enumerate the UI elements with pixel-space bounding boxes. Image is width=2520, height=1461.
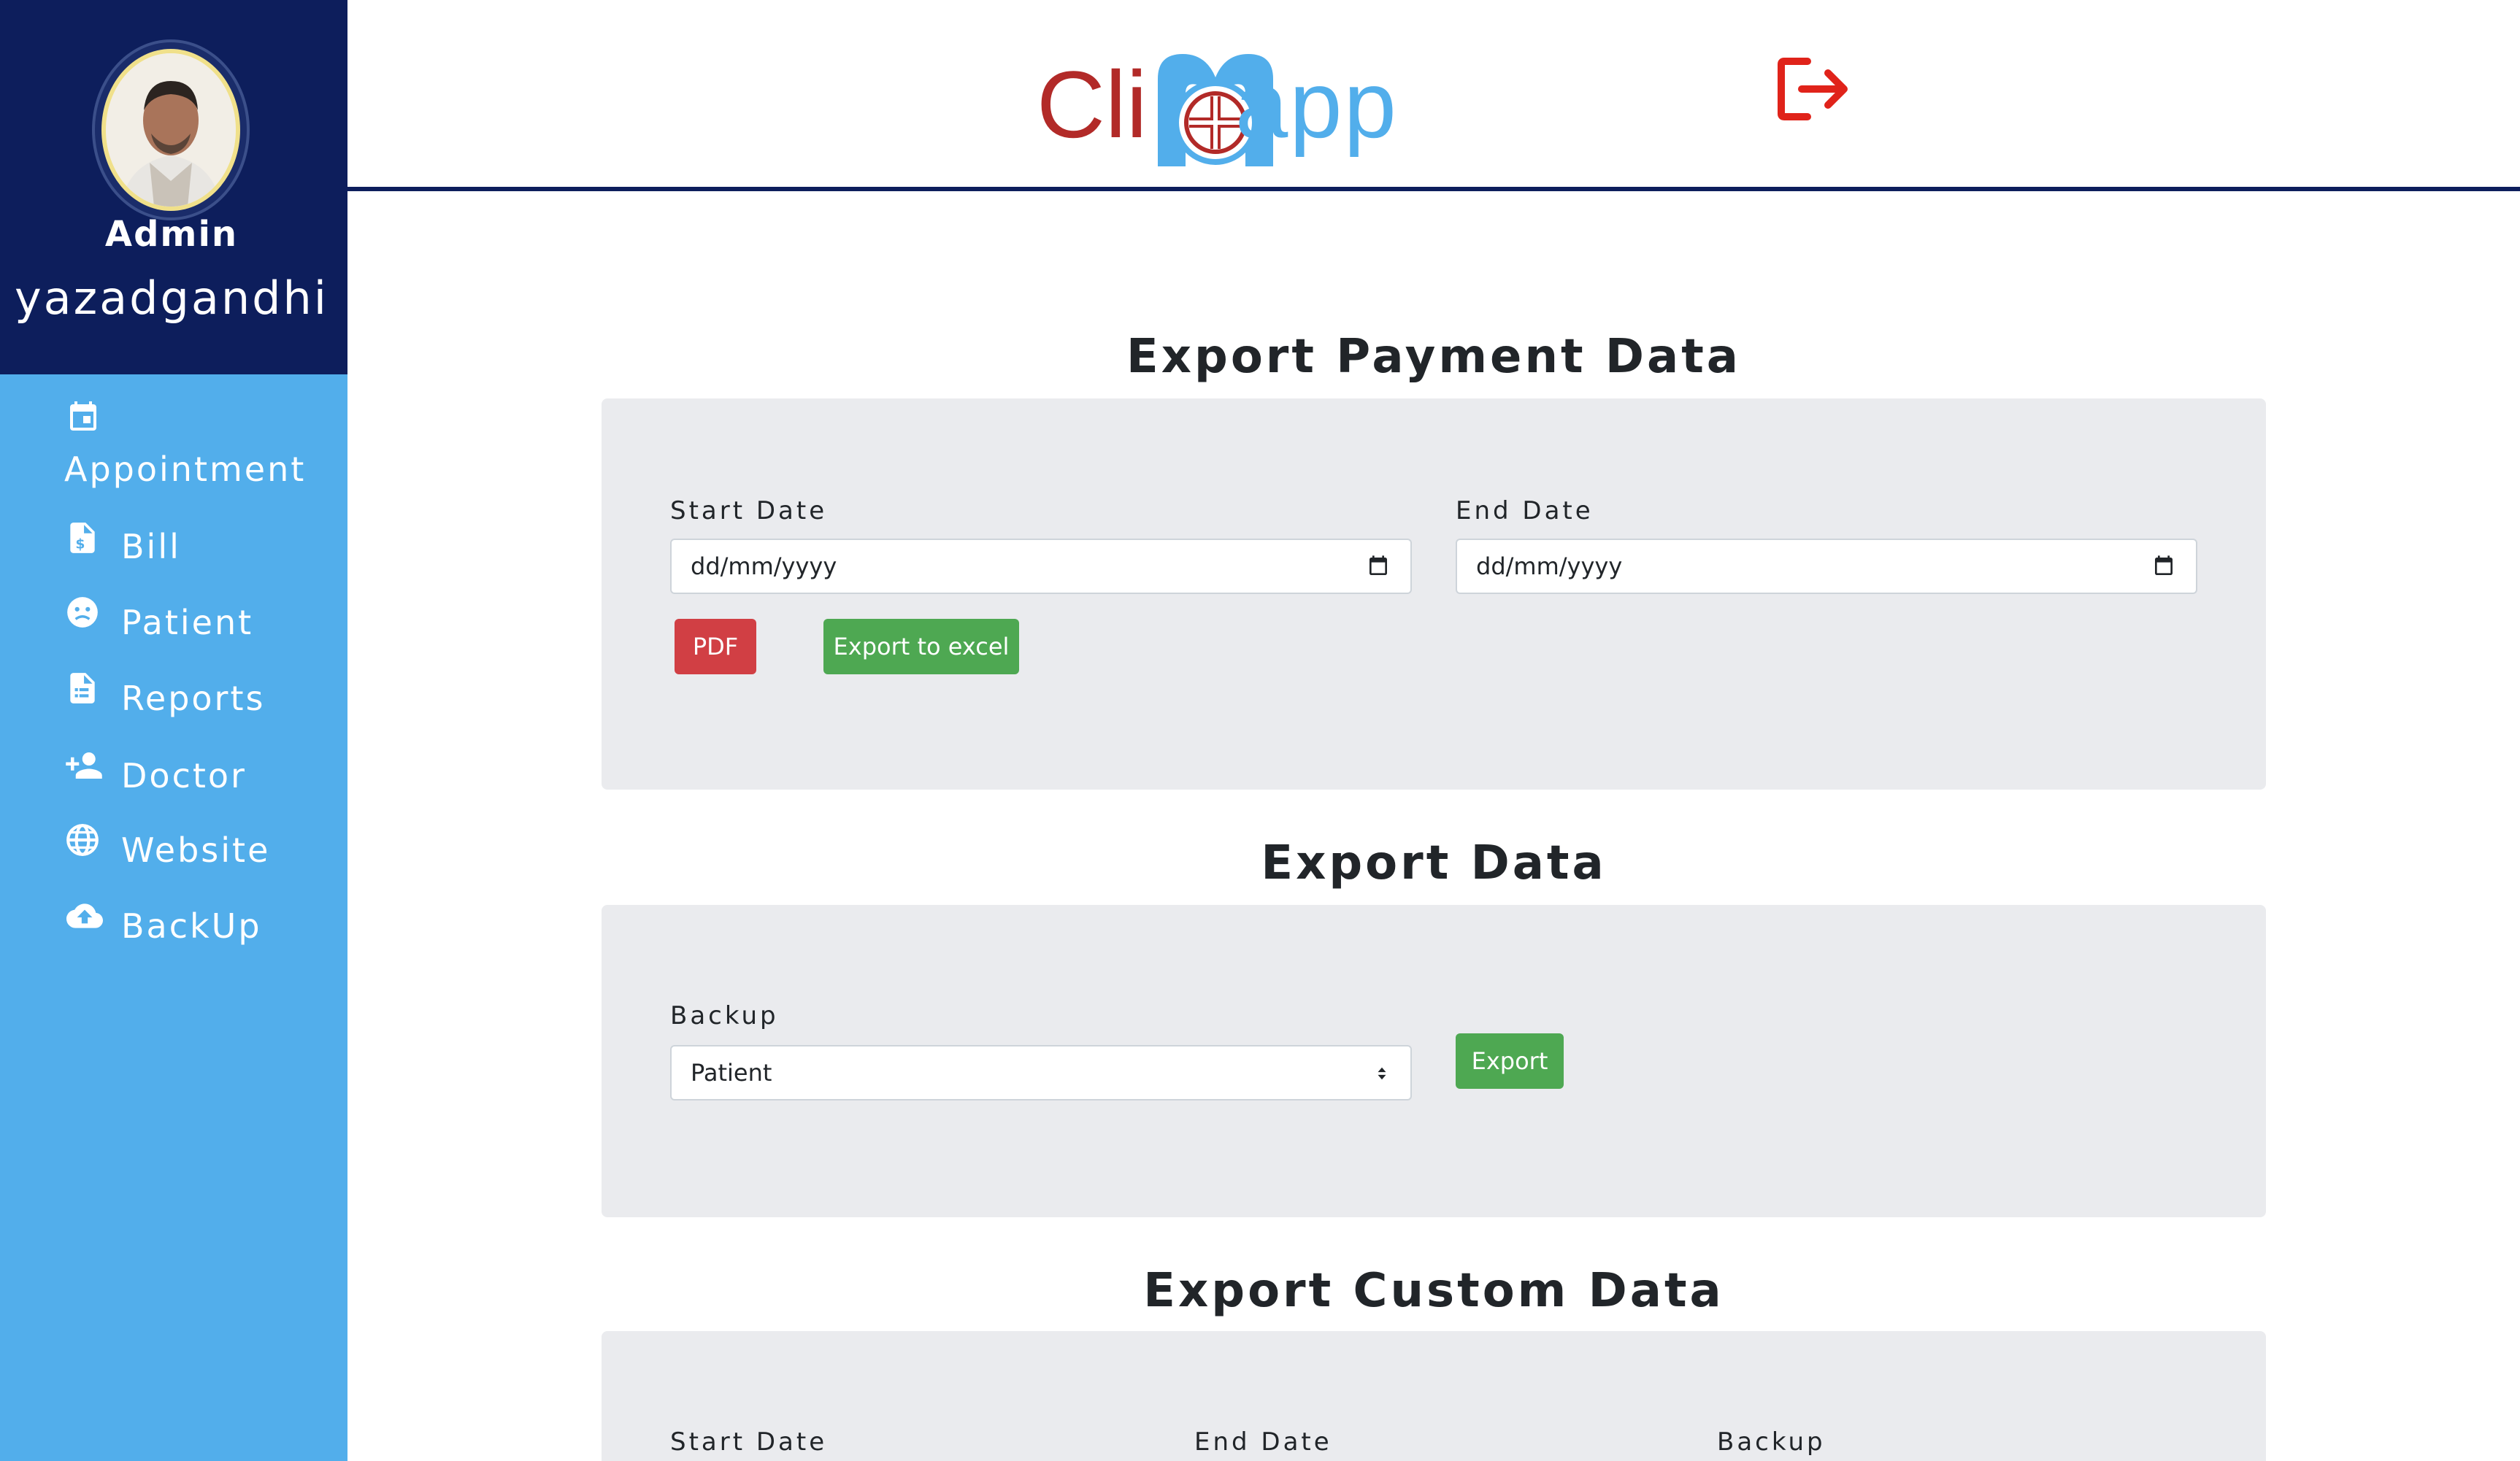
backup-selected-value: Patient <box>691 1059 772 1087</box>
export-button[interactable]: Export <box>1456 1033 1564 1089</box>
report-icon <box>70 673 95 703</box>
username: yazadgandhi <box>14 271 329 325</box>
profile-card: Admin yazadgandhi <box>0 0 347 374</box>
app-logo[interactable]: Cli app <box>1037 42 1445 166</box>
sidebar-item-label: Doctor <box>121 756 247 795</box>
end-date-label: End Date <box>1456 496 1594 525</box>
payment-export-panel: Start Date dd/mm/yyyy End Date dd/mm/yyy… <box>602 398 2266 790</box>
sidebar-item-label: Bill <box>121 527 181 566</box>
start-date-value: dd/mm/yyyy <box>691 552 837 580</box>
sidebar-item-patient[interactable]: Patient <box>64 594 312 645</box>
sidebar-item-label: Website <box>121 830 271 870</box>
sidebar: Admin yazadgandhi Appointment $ Bill Pat… <box>0 0 347 1461</box>
logo-text-right: app <box>1235 51 1398 158</box>
invoice-icon: $ <box>70 523 95 553</box>
start-date-input[interactable]: dd/mm/yyyy <box>670 539 1412 594</box>
calendar-icon <box>70 401 96 431</box>
sidebar-item-bill[interactable]: $ Bill <box>64 520 312 571</box>
patient-icon <box>67 597 98 628</box>
custom-end-date-label: End Date <box>1194 1427 1332 1457</box>
start-date-label: Start Date <box>670 496 828 525</box>
end-date-value: dd/mm/yyyy <box>1476 552 1623 580</box>
export-excel-button[interactable]: Export to excel <box>823 619 1019 674</box>
custom-export-panel: Start Date End Date Backup <box>602 1331 2266 1461</box>
sidebar-item-label: Appointment <box>64 450 307 489</box>
user-role: Admin <box>104 214 239 255</box>
sidebar-item-backup[interactable]: BackUp <box>64 898 312 949</box>
sidebar-item-appointment[interactable]: Appointment <box>64 397 312 492</box>
cloud-upload-icon <box>66 903 103 928</box>
sidebar-item-label: Reports <box>121 679 266 718</box>
backup-select[interactable]: Patient <box>670 1045 1412 1100</box>
calendar-icon[interactable] <box>2152 555 2175 578</box>
logo-text-left: Cli <box>1037 51 1148 158</box>
sidebar-item-reports[interactable]: Reports <box>64 670 312 721</box>
custom-export-title: Export Custom Data <box>1143 1264 1724 1318</box>
sidebar-item-label: BackUp <box>121 906 262 946</box>
custom-start-date-label: Start Date <box>670 1427 828 1457</box>
data-export-panel: Backup Patient Export <box>602 905 2266 1217</box>
backup-label: Backup <box>670 1001 779 1030</box>
svg-text:$: $ <box>75 537 89 552</box>
top-header: Cli app <box>347 0 2520 191</box>
select-arrows-icon <box>1378 1067 1386 1080</box>
logout-icon[interactable] <box>1775 55 1851 123</box>
add-person-icon <box>66 752 102 779</box>
sidebar-item-website[interactable]: Website <box>64 822 312 873</box>
payment-export-title: Export Payment Data <box>1126 330 1741 384</box>
pdf-button[interactable]: PDF <box>675 619 756 674</box>
sidebar-item-doctor[interactable]: Doctor <box>64 746 312 797</box>
end-date-input[interactable]: dd/mm/yyyy <box>1456 539 2197 594</box>
globe-icon <box>66 824 99 856</box>
avatar-photo <box>101 49 240 211</box>
data-export-title: Export Data <box>1261 836 1607 890</box>
sidebar-item-label: Patient <box>121 603 254 642</box>
calendar-icon[interactable] <box>1367 555 1390 578</box>
custom-backup-label: Backup <box>1717 1427 1826 1457</box>
avatar <box>95 42 247 217</box>
